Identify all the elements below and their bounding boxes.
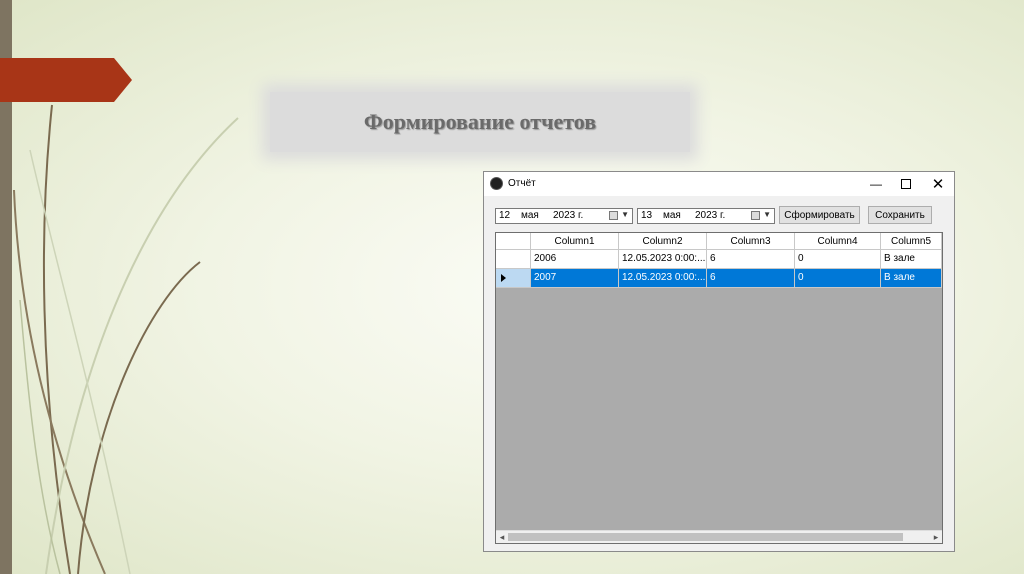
- scroll-right-icon[interactable]: ▸: [931, 531, 941, 543]
- scrollbar-thumb[interactable]: [508, 533, 903, 541]
- table-cell[interactable]: 0: [795, 269, 881, 288]
- calendar-icon[interactable]: [609, 211, 618, 220]
- column-header[interactable]: Column3: [707, 233, 795, 250]
- table-cell[interactable]: 12.05.2023 0:00:...: [619, 269, 707, 288]
- column-header[interactable]: Column1: [531, 233, 619, 250]
- horizontal-scrollbar[interactable]: ◂ ▸: [496, 530, 942, 543]
- date-from-month[interactable]: мая: [521, 210, 539, 221]
- window-titlebar[interactable]: Отчёт — ✕: [484, 172, 954, 196]
- column-header[interactable]: Column4: [795, 233, 881, 250]
- slide-title: Формирование отчетов: [363, 109, 597, 134]
- date-to-month[interactable]: мая: [663, 210, 681, 221]
- column-header[interactable]: Column2: [619, 233, 707, 250]
- minimize-button[interactable]: —: [862, 174, 890, 194]
- table-cell[interactable]: В зале: [881, 250, 942, 269]
- chevron-down-icon[interactable]: ▼: [621, 210, 629, 219]
- date-to-year[interactable]: 2023 г.: [695, 210, 725, 221]
- row-header[interactable]: [496, 269, 531, 288]
- calendar-icon[interactable]: [751, 211, 760, 220]
- date-to-day[interactable]: 13: [641, 210, 652, 221]
- date-from-year[interactable]: 2023 г.: [553, 210, 583, 221]
- current-row-icon: [501, 274, 506, 282]
- data-grid[interactable]: Column1 Column2 Column3 Column4 Column5 …: [495, 232, 943, 544]
- maximize-button[interactable]: [892, 174, 920, 194]
- slide-title-box: Формирование отчетов: [270, 92, 690, 152]
- app-icon: [491, 178, 502, 189]
- row-header-corner: [496, 233, 531, 250]
- decorative-grass-strands: [13, 104, 239, 574]
- minimize-icon: —: [870, 177, 882, 191]
- table-cell[interactable]: 6: [707, 269, 795, 288]
- table-cell[interactable]: 12.05.2023 0:00:...: [619, 250, 707, 269]
- save-button[interactable]: Сохранить: [868, 206, 932, 224]
- date-to-picker[interactable]: 13 мая 2023 г. ▼: [637, 208, 775, 224]
- maximize-icon: [901, 179, 911, 189]
- row-header[interactable]: [496, 250, 531, 269]
- date-from-day[interactable]: 12: [499, 210, 510, 221]
- table-cell[interactable]: 6: [707, 250, 795, 269]
- window-title: Отчёт: [508, 178, 536, 189]
- close-button[interactable]: ✕: [924, 174, 952, 194]
- date-from-picker[interactable]: 12 мая 2023 г. ▼: [495, 208, 633, 224]
- close-icon: ✕: [931, 176, 945, 193]
- table-cell[interactable]: В зале: [881, 269, 942, 288]
- report-window: Отчёт — ✕ 12 мая 2023 г. ▼ 13 мая 2023 г…: [483, 171, 955, 552]
- table-cell[interactable]: 2007: [531, 269, 619, 288]
- table-cell[interactable]: 2006: [531, 250, 619, 269]
- chevron-down-icon[interactable]: ▼: [763, 210, 771, 219]
- table-cell[interactable]: 0: [795, 250, 881, 269]
- generate-report-button[interactable]: Сформировать: [779, 206, 860, 224]
- scroll-left-icon[interactable]: ◂: [497, 531, 507, 543]
- column-header[interactable]: Column5: [881, 233, 942, 250]
